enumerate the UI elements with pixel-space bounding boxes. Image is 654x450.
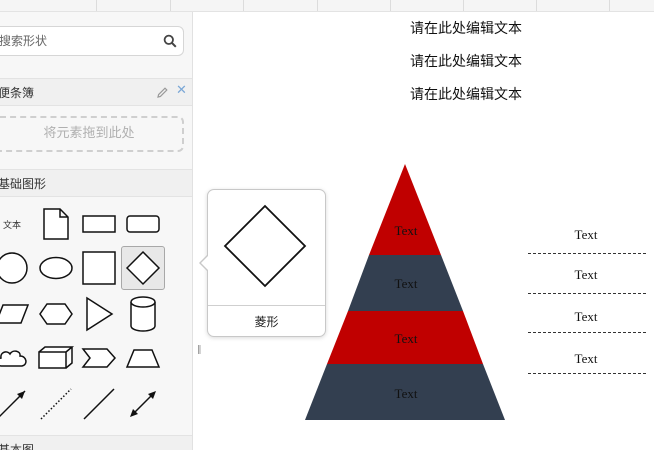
trapezoid-shape-icon: [125, 349, 161, 368]
shape-rectangle[interactable]: [79, 204, 119, 244]
basic-shapes-title: 基础图形: [0, 177, 47, 191]
scratchpad-drop-zone[interactable]: 将元素拖到此处: [0, 116, 184, 152]
shape-arrow[interactable]: [0, 384, 32, 424]
search-icon[interactable]: [163, 34, 177, 48]
pyramid-label-3[interactable]: Text: [376, 331, 436, 347]
note-shape-icon: [43, 208, 69, 240]
toolbar-divider: [170, 0, 171, 11]
arrow-shape-icon: [0, 390, 26, 418]
shape-step[interactable]: [79, 338, 119, 378]
scratchpad-header[interactable]: 便条簿 ✕: [0, 78, 192, 106]
sidebar-resize-handle[interactable]: ‖: [197, 345, 201, 355]
shape-sidebar: 便条簿 ✕ 将元素拖到此处 基础图形 文本: [0, 12, 193, 450]
close-icon[interactable]: ✕: [176, 84, 187, 98]
diamond-preview-icon: [223, 204, 307, 288]
dotted-line-shape-icon: [40, 388, 72, 420]
shape-cube[interactable]: [36, 338, 76, 378]
dashed-separator: [528, 253, 646, 254]
toolbar-divider: [609, 0, 610, 11]
shape-parallelogram[interactable]: [0, 294, 32, 334]
edit-text-line-2[interactable]: 请在此处编辑文本: [410, 51, 540, 71]
cube-shape-icon: [38, 346, 75, 369]
rounded-rectangle-shape-icon: [126, 215, 160, 233]
side-label-3[interactable]: Text: [556, 309, 616, 325]
side-label-1[interactable]: Text: [556, 227, 616, 243]
toolbar-divider: [317, 0, 318, 11]
pyramid-tier-1[interactable]: [369, 164, 441, 255]
line-shape-icon: [83, 388, 115, 420]
circle-shape-icon: [0, 252, 28, 284]
side-label-4[interactable]: Text: [556, 351, 616, 367]
pencil-icon[interactable]: [156, 86, 169, 99]
edit-text-line-1[interactable]: 请在此处编辑文本: [410, 18, 540, 38]
shape-circle[interactable]: [0, 248, 32, 288]
step-shape-icon: [81, 348, 117, 368]
shape-triangle[interactable]: [79, 294, 119, 334]
shape-rounded-rectangle[interactable]: [123, 204, 163, 244]
dashed-separator: [528, 332, 646, 333]
rectangle-shape-icon: [82, 215, 116, 233]
top-toolbar-strip: [0, 0, 654, 12]
shape-line[interactable]: [79, 384, 119, 424]
shape-dotted-line[interactable]: [36, 384, 76, 424]
next-section-title: 基本图: [0, 443, 35, 450]
pyramid-label-1[interactable]: Text: [376, 223, 436, 239]
toolbar-divider: [243, 0, 244, 11]
triangle-shape-icon: [86, 296, 114, 332]
pyramid-label-2[interactable]: Text: [376, 276, 436, 292]
shape-ellipse[interactable]: [36, 248, 76, 288]
shape-trapezoid[interactable]: [123, 338, 163, 378]
text-shape-label: 文本: [2, 220, 21, 231]
shape-note[interactable]: [36, 204, 76, 244]
toolbar-divider: [390, 0, 391, 11]
scratchpad-title: 便条簿: [0, 86, 35, 100]
next-section-header[interactable]: 基本图: [0, 435, 192, 450]
toolbar-divider: [536, 0, 537, 11]
cloud-shape-icon: [0, 350, 27, 367]
shape-square[interactable]: [79, 248, 119, 288]
search-input[interactable]: [0, 31, 149, 51]
pyramid-label-4[interactable]: Text: [376, 386, 436, 402]
dashed-separator: [528, 293, 646, 294]
toolbar-divider: [96, 0, 97, 11]
square-shape-icon: [82, 251, 116, 285]
side-label-2[interactable]: Text: [556, 267, 616, 283]
shape-preview-tooltip: 菱形: [199, 189, 326, 337]
ellipse-shape-icon: [39, 256, 73, 280]
shape-cloud[interactable]: [0, 338, 32, 378]
toolbar-divider: [463, 0, 464, 11]
shape-double-arrow[interactable]: [123, 384, 163, 424]
cylinder-shape-icon: [130, 296, 156, 332]
double-arrow-shape-icon: [130, 391, 156, 417]
shape-diamond[interactable]: [121, 246, 165, 290]
parallelogram-shape-icon: [0, 304, 30, 324]
tooltip-shape-name: 菱形: [254, 315, 279, 329]
shape-hexagon[interactable]: [36, 294, 76, 334]
edit-text-line-3[interactable]: 请在此处编辑文本: [410, 84, 540, 104]
hexagon-shape-icon: [39, 303, 73, 325]
shape-cylinder[interactable]: [123, 294, 163, 334]
shape-text[interactable]: 文本: [0, 204, 32, 244]
dashed-separator: [528, 373, 646, 374]
diamond-shape-icon: [125, 250, 161, 286]
tooltip-divider: [208, 305, 325, 306]
basic-shapes-palette: 文本: [0, 198, 192, 428]
basic-shapes-header[interactable]: 基础图形: [0, 169, 192, 197]
search-box: [0, 26, 184, 56]
